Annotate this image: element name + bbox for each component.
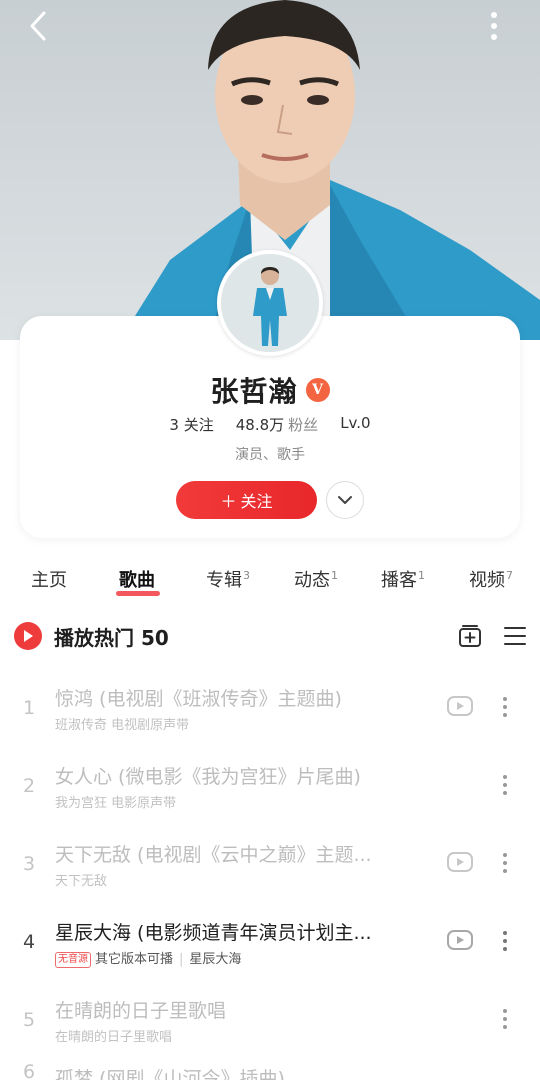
song-title: 女人心 (微电影《我为宫狂》片尾曲)	[55, 766, 361, 788]
vertical-dots-icon	[503, 697, 507, 717]
chevron-down-icon	[338, 496, 352, 504]
hot-songs-header: 播放热门 50	[14, 619, 526, 653]
vertical-dots-icon	[503, 853, 507, 873]
song-row[interactable]: 2 女人心 (微电影《我为宫狂》片尾曲) 我为宫狂 电影原声带	[0, 750, 540, 828]
profile-stats: 3 关注 48.8万 粉丝 Lv.0	[0, 414, 540, 435]
song-title: 在晴朗的日子里歌唱	[55, 1000, 227, 1022]
tab-podcasts[interactable]: 播客1	[381, 566, 425, 592]
expand-button[interactable]	[326, 481, 364, 519]
song-title: 孤梦 (网剧《山河令》插曲)	[55, 1068, 285, 1080]
song-album: 我为宫狂 电影原声带	[55, 796, 177, 811]
song-more-button[interactable]	[495, 1006, 515, 1032]
fans-count: 48.8万	[235, 416, 285, 434]
tab-albums[interactable]: 专辑3	[206, 566, 250, 592]
song-title: 星辰大海 (电影频道青年演员计划主...	[55, 922, 372, 944]
song-row[interactable]: 3 天下无敌 (电视剧《云中之巅》主题... 天下无敌	[0, 828, 540, 906]
song-album: 星辰大海	[189, 952, 242, 967]
verified-badge-icon: V	[305, 378, 330, 402]
more-options-button[interactable]	[474, 6, 514, 46]
follow-button-label: 关注	[240, 492, 273, 511]
vertical-dots-icon	[503, 775, 507, 795]
song-title: 天下无敌 (电视剧《云中之巅》主题...	[55, 844, 372, 866]
tab-songs[interactable]: 歌曲	[119, 566, 155, 592]
level-stat[interactable]: Lv.0	[340, 414, 370, 435]
song-title: 惊鸿 (电视剧《班淑传奇》主题曲)	[55, 688, 342, 710]
song-more-button[interactable]	[495, 850, 515, 876]
song-row[interactable]: 5 在晴朗的日子里歌唱 在晴朗的日子里歌唱	[0, 984, 540, 1062]
artist-name: 张哲瀚	[210, 375, 298, 408]
song-more-button[interactable]	[495, 694, 515, 720]
back-button[interactable]	[18, 6, 58, 46]
mv-play-icon[interactable]	[447, 930, 473, 950]
mv-play-icon[interactable]	[447, 696, 473, 716]
song-rank: 4	[22, 931, 36, 953]
tab-count: 1	[418, 569, 425, 582]
following-count: 3	[169, 416, 179, 434]
song-meta: 无音源 其它版本可播 | 星辰大海	[55, 948, 433, 968]
tab-label: 动态	[294, 570, 330, 591]
song-rank: 3	[22, 853, 36, 875]
song-row[interactable]: 4 星辰大海 (电影频道青年演员计划主... 无音源 其它版本可播 | 星辰大海	[0, 906, 540, 984]
song-rank: 1	[22, 697, 36, 719]
artist-name-row: 张哲瀚 V	[0, 370, 540, 410]
following-label: 关注	[183, 416, 214, 434]
add-to-playlist-icon[interactable]	[458, 624, 482, 648]
tab-label: 主页	[31, 570, 67, 591]
song-album: 天下无敌	[55, 874, 108, 889]
fans-stat[interactable]: 48.8万 粉丝	[236, 414, 318, 435]
multi-select-menu-icon[interactable]	[504, 626, 526, 646]
tab-home[interactable]: 主页	[31, 566, 67, 592]
song-more-button[interactable]	[495, 772, 515, 798]
tab-count: 3	[243, 569, 250, 582]
tab-label: 专辑	[206, 570, 242, 591]
section-title: 播放热门 50	[54, 625, 169, 650]
tab-bar: 主页 歌曲 专辑3 动态1 播客1 视频7	[0, 566, 540, 602]
song-rank: 2	[22, 775, 36, 797]
play-icon	[24, 630, 33, 642]
avatar[interactable]	[217, 250, 323, 356]
song-album: 在晴朗的日子里歌唱	[55, 1030, 173, 1045]
song-row[interactable]: 1 惊鸿 (电视剧《班淑传奇》主题曲) 班淑传奇 电视剧原声带	[0, 672, 540, 750]
tab-label: 歌曲	[119, 570, 155, 591]
plus-icon: ＋	[220, 492, 237, 511]
follow-button[interactable]: ＋ 关注	[176, 481, 317, 519]
following-stat[interactable]: 3 关注	[169, 414, 213, 435]
vertical-dots-icon	[503, 931, 507, 951]
artist-roles: 演员、歌手	[235, 447, 305, 463]
song-rank: 6	[22, 1061, 36, 1080]
tab-label: 视频	[469, 570, 505, 591]
tab-count: 1	[331, 569, 338, 582]
song-more-button[interactable]	[495, 928, 515, 954]
separator: |	[179, 952, 184, 967]
song-rank: 5	[22, 1009, 36, 1031]
vertical-dots-icon	[491, 12, 497, 40]
other-version-label: 其它版本可播	[95, 952, 174, 967]
vertical-dots-icon	[503, 1009, 507, 1029]
play-all-button[interactable]	[14, 622, 42, 650]
song-album: 班淑传奇 电视剧原声带	[55, 718, 190, 733]
tab-videos[interactable]: 视频7	[469, 566, 513, 592]
avatar-image	[221, 254, 319, 352]
no-source-tag: 无音源	[55, 952, 91, 968]
tab-moments[interactable]: 动态1	[294, 566, 338, 592]
chevron-left-icon	[30, 11, 46, 41]
tab-label: 播客	[381, 570, 417, 591]
mv-play-icon[interactable]	[447, 852, 473, 872]
tab-count: 7	[506, 569, 513, 582]
fans-label: 粉丝	[288, 416, 319, 434]
song-row[interactable]: 6 孤梦 (网剧《山河令》插曲)	[0, 1058, 540, 1080]
